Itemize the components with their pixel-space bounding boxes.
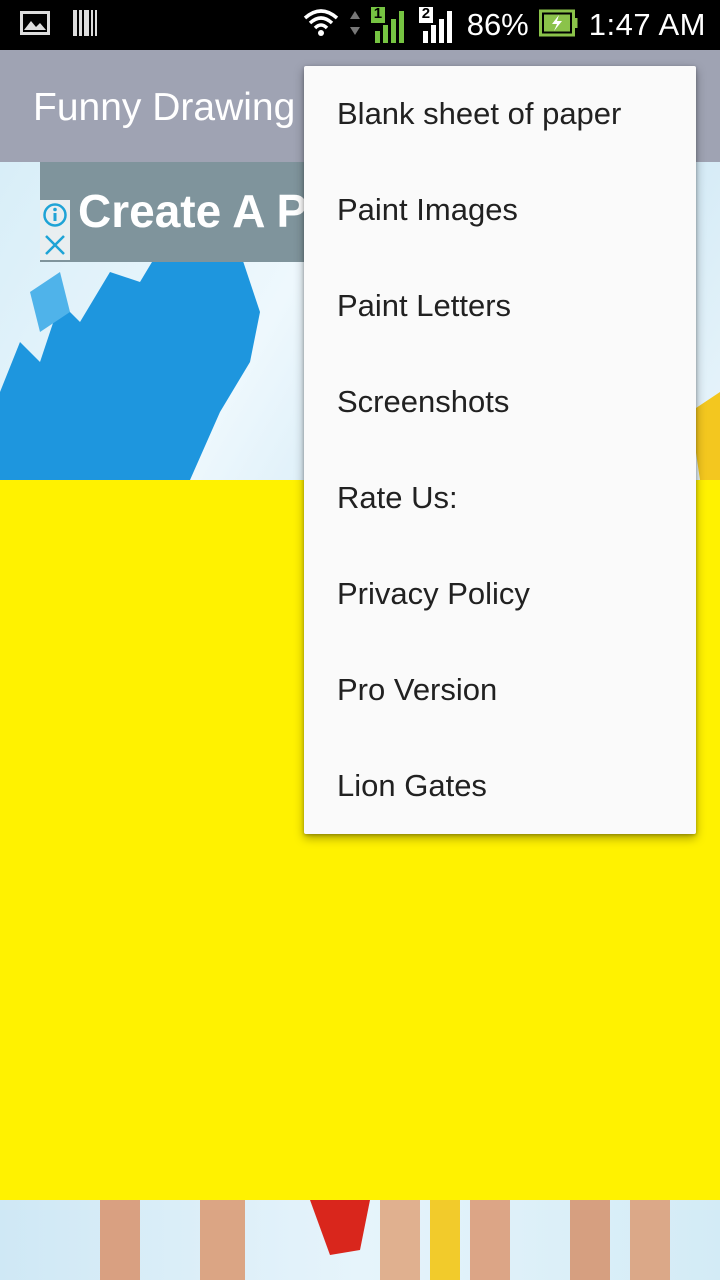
battery-percent: 86% bbox=[466, 7, 529, 42]
hands-graphic bbox=[100, 1200, 670, 1280]
wifi-icon bbox=[303, 8, 339, 43]
sim2-label: 2 bbox=[421, 5, 431, 22]
ad-choices bbox=[40, 200, 70, 260]
background-artwork-bottom bbox=[0, 1200, 720, 1280]
menu-item-paint-images[interactable]: Paint Images bbox=[304, 162, 696, 258]
battery-charging-icon bbox=[538, 9, 579, 42]
ad-text[interactable]: Create A P bbox=[78, 184, 307, 238]
data-arrows-icon bbox=[349, 10, 361, 41]
clock: 1:47 AM bbox=[588, 7, 706, 42]
sim1-label: 1 bbox=[373, 5, 383, 22]
status-bar: 1 2 86% 1:47 AM bbox=[0, 0, 720, 50]
menu-item-rate-us[interactable]: Rate Us: bbox=[304, 450, 696, 546]
signal-sim1-icon: 1 bbox=[370, 5, 409, 43]
signal-sim2-icon: 2 bbox=[418, 5, 457, 43]
info-icon[interactable] bbox=[42, 202, 68, 233]
ad-banner[interactable]: Create A P bbox=[40, 162, 320, 262]
gallery-icon bbox=[20, 10, 50, 40]
menu-item-privacy-policy[interactable]: Privacy Policy bbox=[304, 546, 696, 642]
menu-item-paint-letters[interactable]: Paint Letters bbox=[304, 258, 696, 354]
close-icon[interactable] bbox=[43, 233, 67, 262]
barcode-icon bbox=[72, 9, 98, 42]
overflow-menu: Blank sheet of paper Paint Images Paint … bbox=[304, 66, 696, 834]
menu-item-blank-sheet[interactable]: Blank sheet of paper bbox=[304, 66, 696, 162]
menu-item-screenshots[interactable]: Screenshots bbox=[304, 354, 696, 450]
menu-item-pro-version[interactable]: Pro Version bbox=[304, 642, 696, 738]
menu-item-lion-gates[interactable]: Lion Gates bbox=[304, 738, 696, 834]
app-title: Funny Drawing bbox=[33, 86, 296, 129]
